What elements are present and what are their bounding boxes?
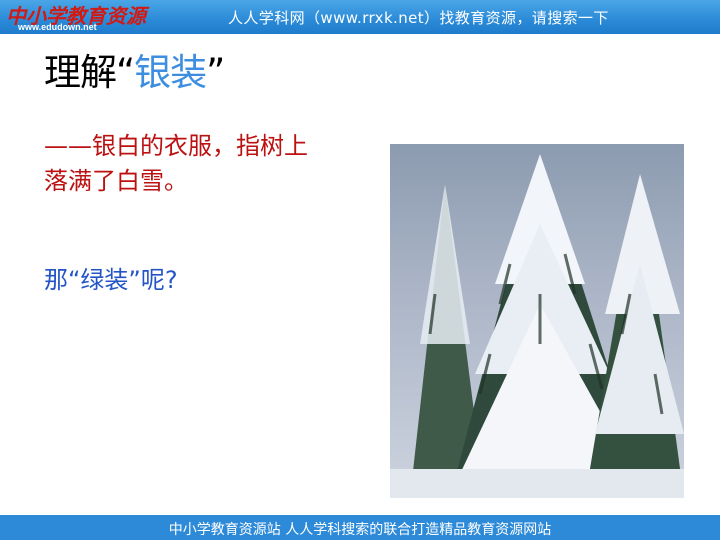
question-text: 那“绿装”呢? bbox=[44, 266, 178, 294]
title-quote-close: ” bbox=[206, 51, 225, 94]
title-highlight: 银装 bbox=[134, 51, 207, 94]
definition-text: ——银白的衣服，指树上落满了白雪。 bbox=[44, 132, 308, 195]
snow-trees-photo bbox=[390, 144, 684, 498]
logo-url: www.edudown.net bbox=[18, 22, 97, 32]
slide-title: 理解“银装” bbox=[44, 42, 225, 96]
footer-text: 中小学教育资源站 人人学科搜索的联合打造精品教育资源网站 bbox=[168, 522, 552, 538]
snow-trees-illustration bbox=[390, 154, 684, 498]
footer-bar: 中小学教育资源站 人人学科搜索的联合打造精品教育资源网站 bbox=[0, 515, 720, 540]
header-bar: 中小学教育资源 www.edudown.net 人人学科网（www.rrxk.n… bbox=[0, 0, 720, 34]
header-banner: 人人学科网（www.rrxk.net）找教育资源，请搜索一下 bbox=[228, 9, 609, 27]
title-quote-open: “ bbox=[116, 51, 135, 94]
title-prefix: 理解 bbox=[44, 51, 117, 94]
